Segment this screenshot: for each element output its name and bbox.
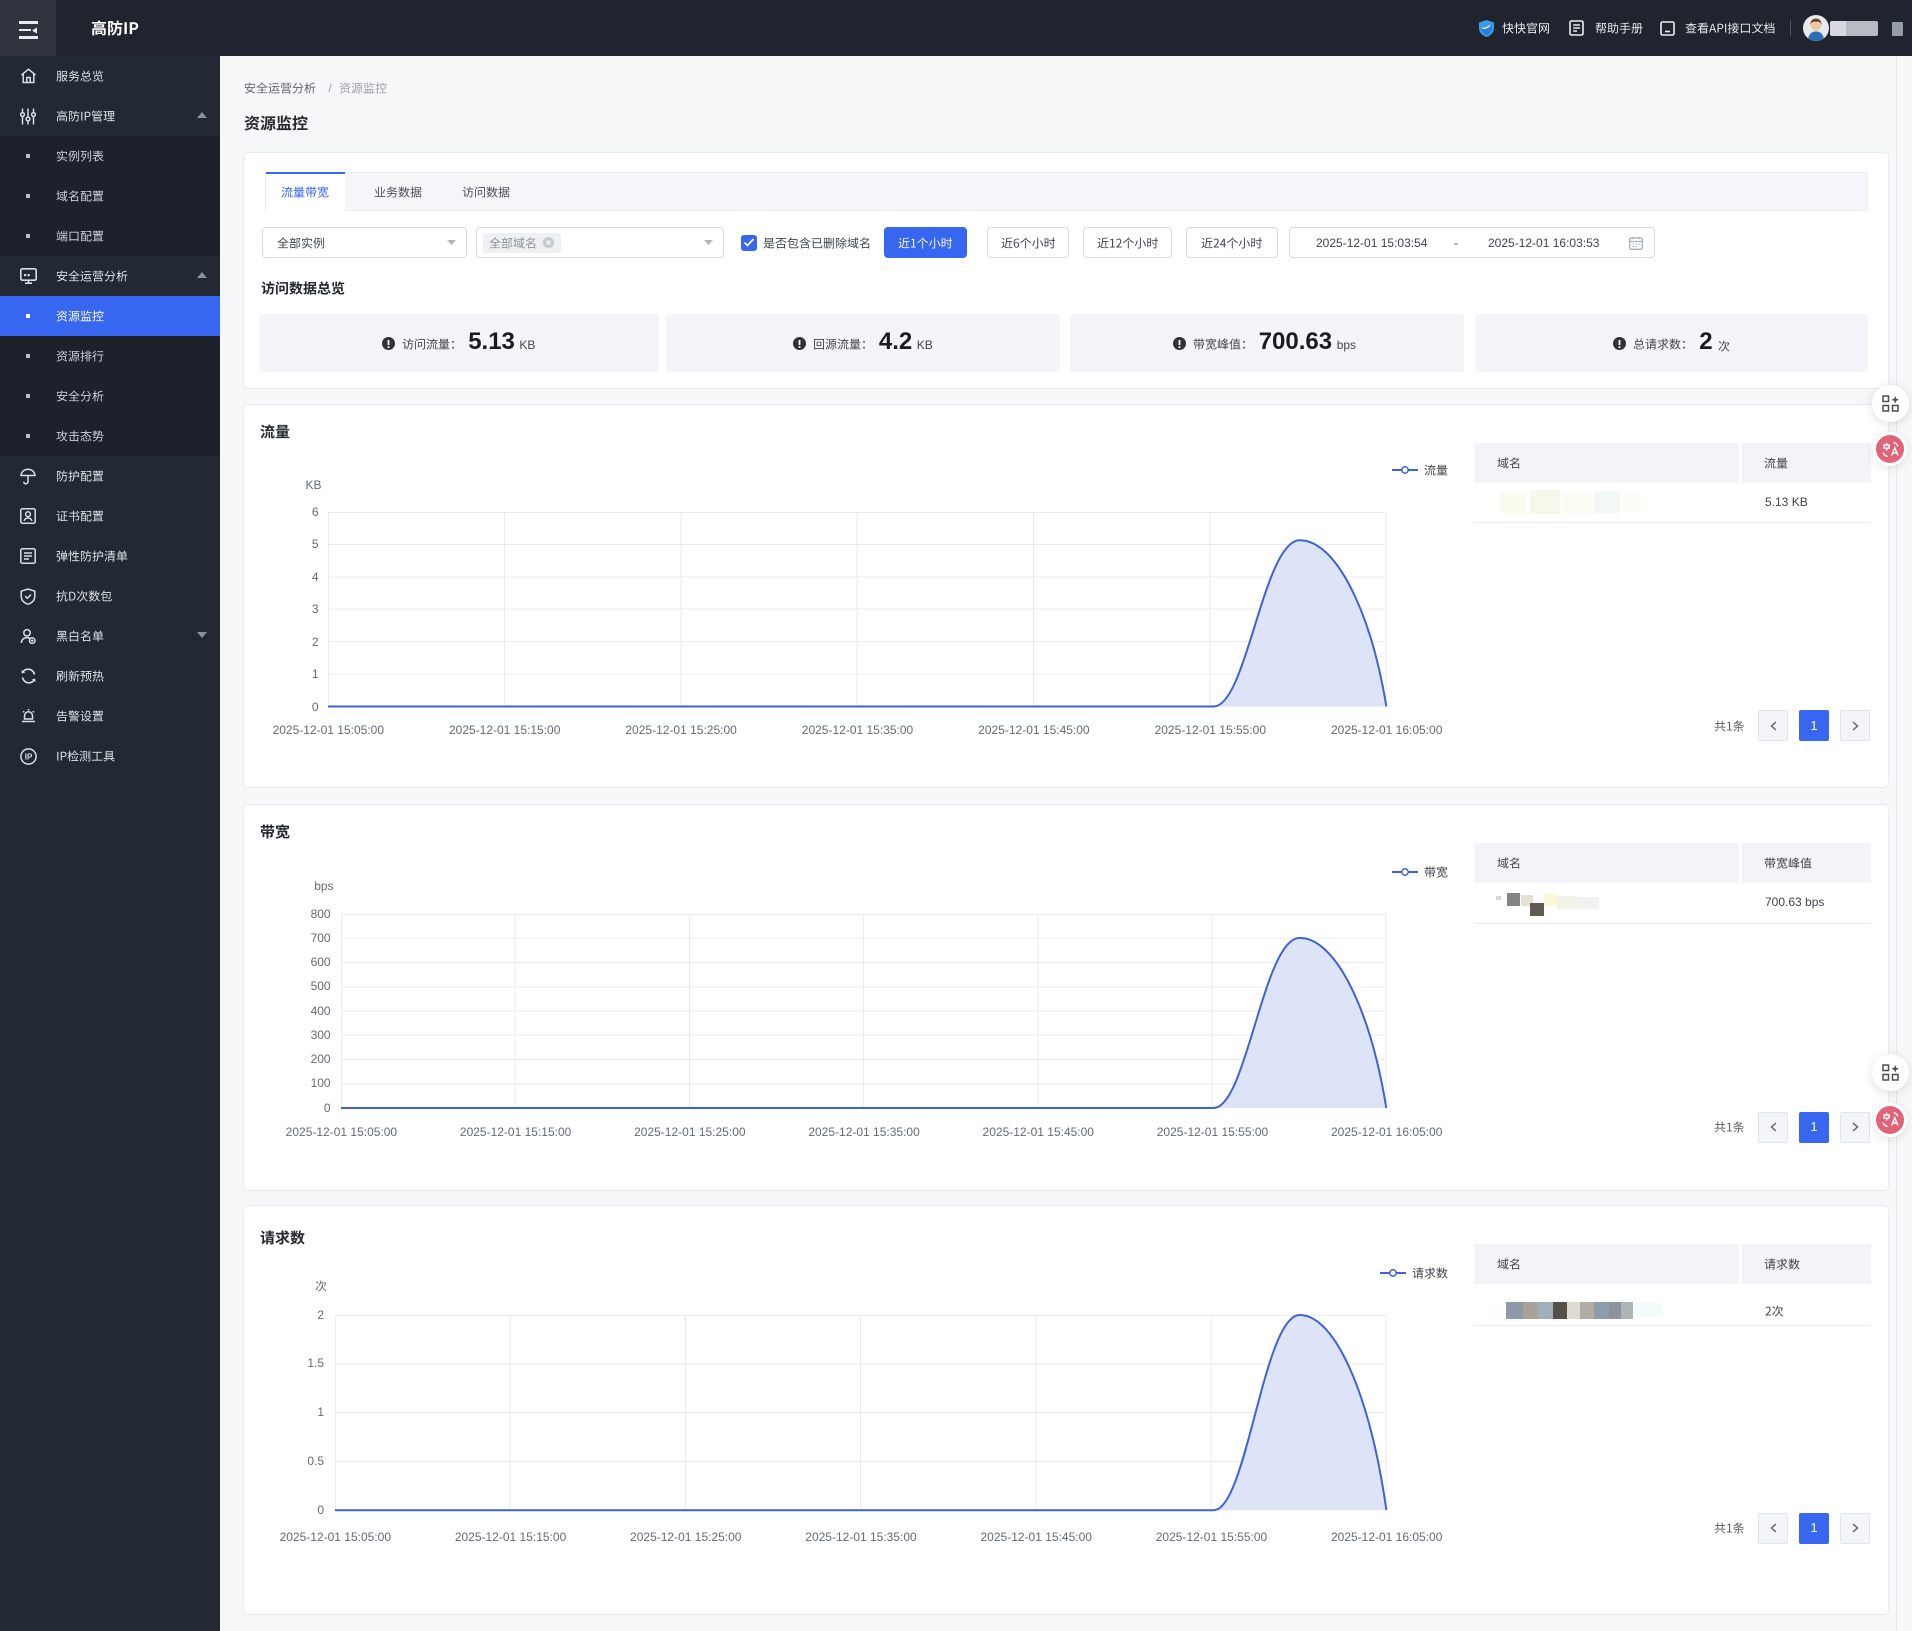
svg-text:IP: IP (24, 753, 32, 762)
